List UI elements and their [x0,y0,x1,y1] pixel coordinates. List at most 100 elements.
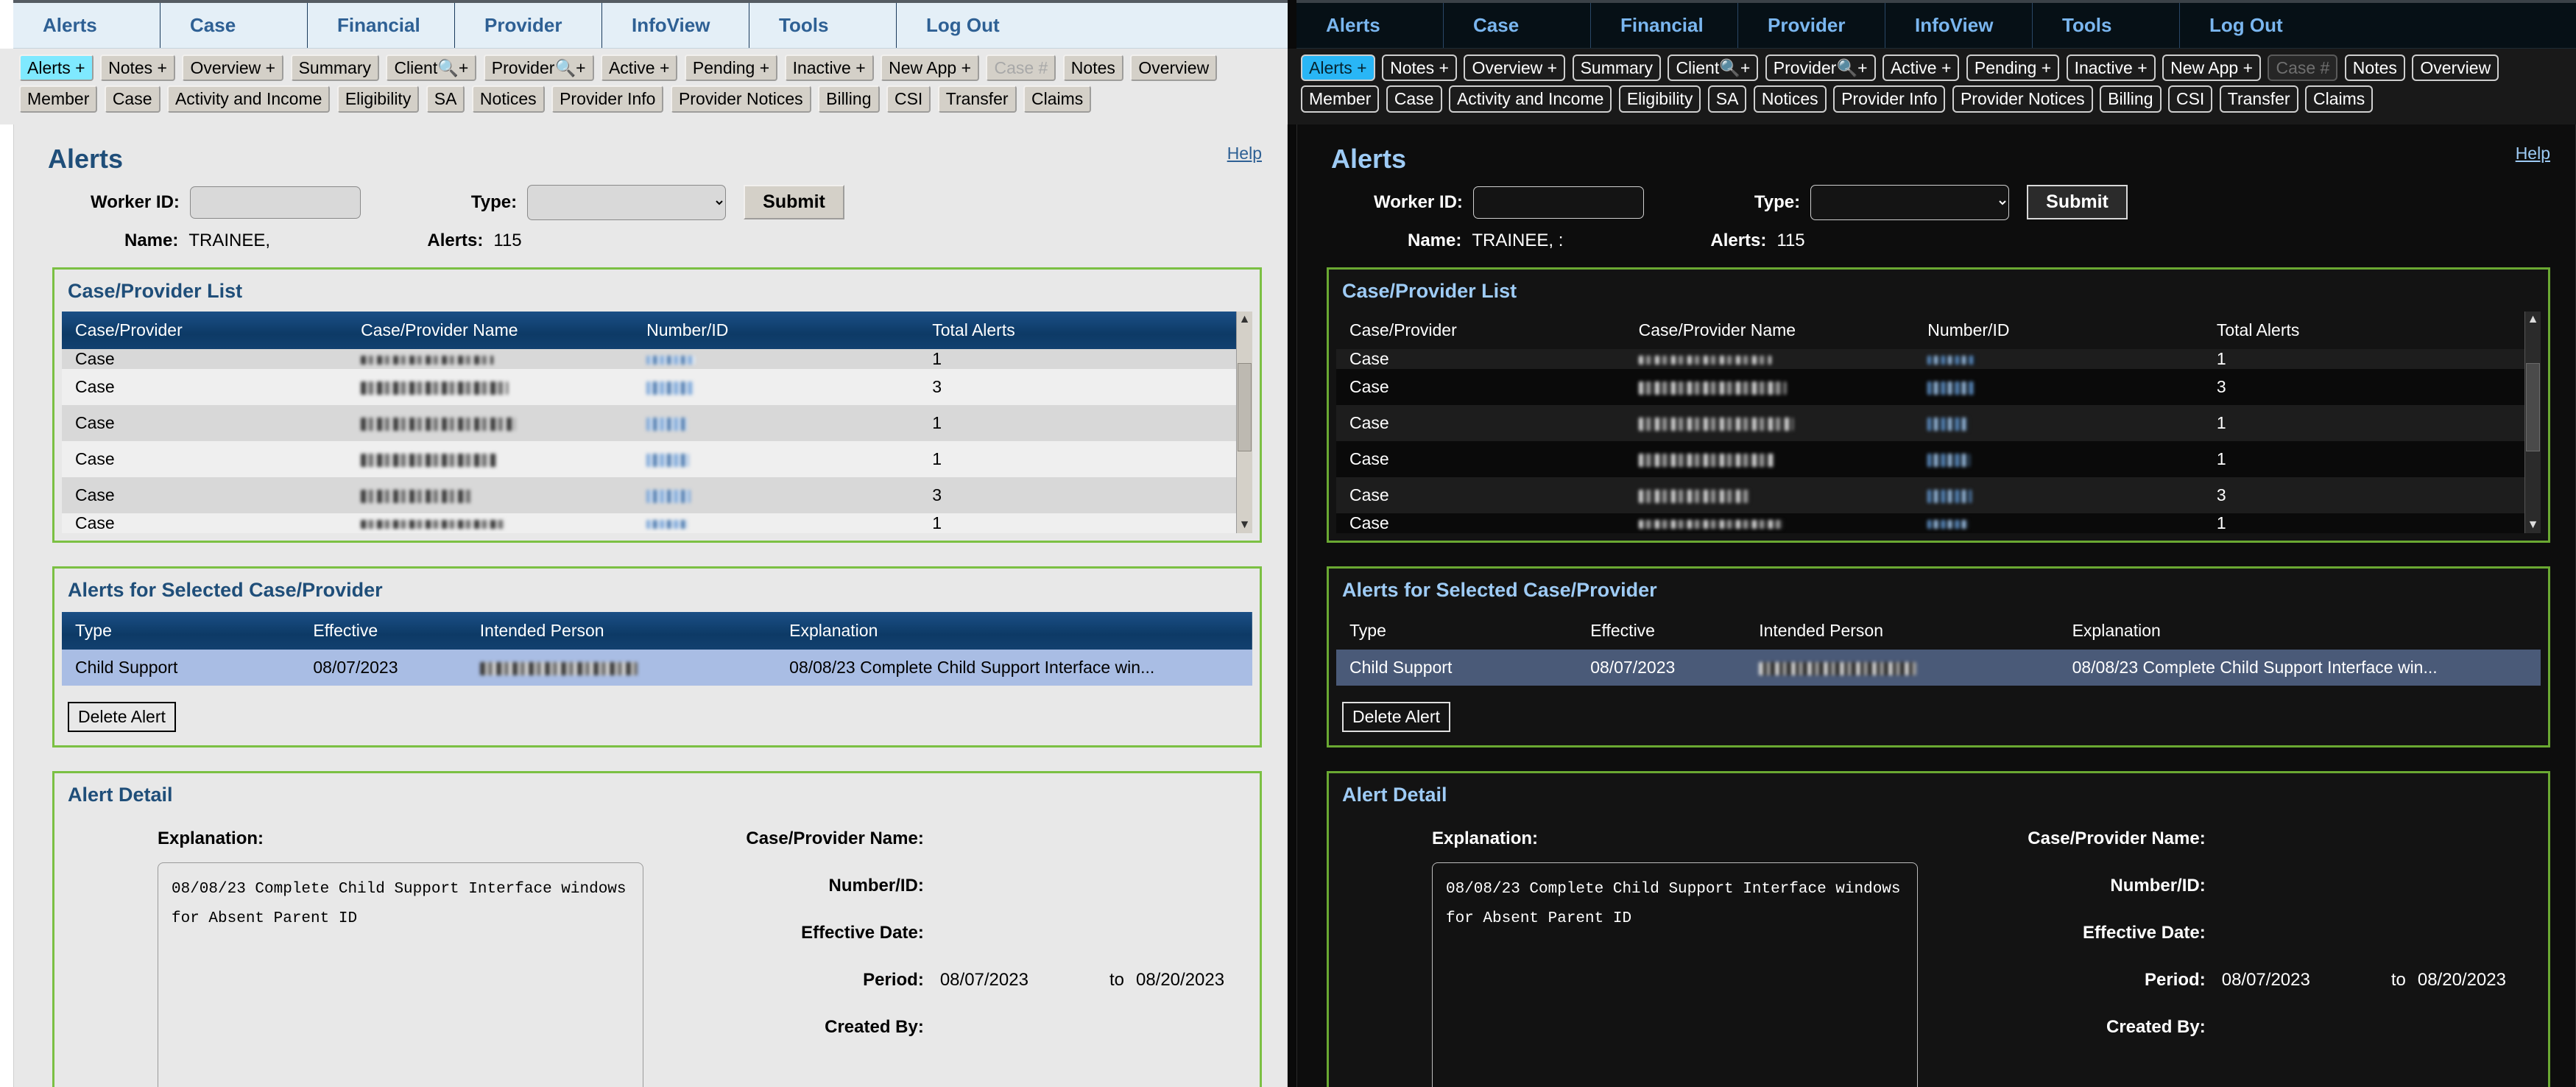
toolbutton-case[interactable]: Case [1386,85,1442,113]
toolbutton-member[interactable]: Member [19,85,98,113]
scrollbar-thumb[interactable] [1238,362,1252,451]
toolbutton-claims[interactable]: Claims [1023,85,1092,113]
toolbutton-provider-search[interactable]: Provider 🔍 + [1765,54,1876,82]
toolbutton-pending-plus[interactable]: Pending + [1966,54,2060,82]
tab-infoview[interactable]: InfoView [1885,3,2033,48]
submit-button[interactable]: Submit [2027,185,2128,220]
toolbutton-notices[interactable]: Notices [1753,85,1827,113]
tab-tools[interactable]: Tools [749,3,897,48]
toolbutton-notes[interactable]: Notes [2344,54,2405,82]
toolbutton-sa[interactable]: SA [1707,85,1747,113]
table-row[interactable]: Case 1 [62,440,1252,477]
toolbutton-transfer[interactable]: Transfer [937,85,1017,113]
table-row[interactable]: Case 3 [62,476,1252,513]
col-case-provider: Case/Provider [1349,320,1457,340]
toolbutton-provider-notices[interactable]: Provider Notices [1952,85,2093,113]
toolbutton-case-number[interactable]: Case # [986,54,1056,82]
table-row[interactable]: Case 1 [1336,348,2541,369]
toolbutton-provider-info[interactable]: Provider Info [1833,85,1946,113]
worker-id-input[interactable] [1472,186,1644,219]
toolbutton-csi[interactable]: CSI [886,85,931,113]
toolbutton-provider-info[interactable]: Provider Info [551,85,664,113]
type-select[interactable] [527,184,727,220]
table-row[interactable]: Child Support 08/07/2023 08/08/23 Comple… [1336,649,2541,686]
toolbutton-new-app-plus[interactable]: New App + [2162,54,2262,82]
toolbutton-alerts[interactable]: Alerts + [1301,54,1375,82]
table-row[interactable]: Case 1 [62,513,1252,533]
toolbutton-provider-search[interactable]: Provider 🔍 + [483,54,594,82]
toolbutton-inactive-plus[interactable]: Inactive + [784,54,874,82]
explanation-textarea[interactable]: 08/08/23 Complete Child Support Interfac… [158,862,643,1087]
toolbutton-case[interactable]: Case [104,85,160,113]
toolbutton-notes[interactable]: Notes [1062,54,1123,82]
toolbutton-csi[interactable]: CSI [2167,85,2213,113]
tab-tools[interactable]: Tools [2033,3,2180,48]
tab-case[interactable]: Case [160,3,308,48]
tab-infoview[interactable]: InfoView [602,3,749,48]
explanation-textarea[interactable]: 08/08/23 Complete Child Support Interfac… [1432,862,1918,1087]
scroll-down-icon[interactable]: ▼ [2525,517,2541,533]
toolbutton-summary[interactable]: Summary [1572,54,1661,82]
scroll-down-icon[interactable]: ▼ [1237,517,1252,533]
toolbutton-claims[interactable]: Claims [2304,85,2374,113]
toolbutton-overview-plus[interactable]: Overview + [1464,54,1566,82]
help-link[interactable]: Help [1227,144,1262,163]
toolbutton-pending-plus[interactable]: Pending + [684,54,778,82]
tab-provider[interactable]: Provider [1738,3,1885,48]
toolbutton-active-plus[interactable]: Active + [1882,54,1960,82]
tab-logout[interactable]: Log Out [897,3,1044,48]
toolbutton-client-search[interactable]: Client 🔍 + [1668,54,1759,82]
table-row[interactable]: Case 1 [1336,513,2541,533]
tab-financial[interactable]: Financial [1591,3,1738,48]
toolbutton-transfer[interactable]: Transfer [2219,85,2298,113]
table-row[interactable]: Case 3 [62,368,1252,405]
scroll-up-icon[interactable]: ▲ [1237,312,1252,328]
table-row[interactable]: Child Support 08/07/2023 08/08/23 Comple… [62,649,1252,686]
toolbutton-overview[interactable]: Overview [2412,54,2499,82]
toolbutton-summary[interactable]: Summary [290,54,379,82]
submit-button[interactable]: Submit [744,185,844,220]
tab-alerts[interactable]: Alerts [1296,3,1444,48]
tab-provider[interactable]: Provider [455,3,602,48]
delete-alert-button[interactable]: Delete Alert [68,701,176,732]
toolbutton-active-plus[interactable]: Active + [600,54,678,82]
scrollbar-thumb[interactable] [2526,362,2540,451]
table-row[interactable]: Case 3 [1336,476,2541,513]
table-row[interactable]: Case 1 [62,348,1252,369]
table-row[interactable]: Case 1 [1336,440,2541,477]
table-scrollbar[interactable]: ▲ ▼ [1236,311,1252,533]
toolbutton-member[interactable]: Member [1301,85,1380,113]
toolbutton-notes-plus[interactable]: Notes + [100,54,175,82]
delete-alert-button[interactable]: Delete Alert [1342,701,1450,732]
toolbutton-notices[interactable]: Notices [471,85,545,113]
table-row[interactable]: Case 1 [62,404,1252,441]
toolbutton-inactive-plus[interactable]: Inactive + [2066,54,2156,82]
toolbutton-new-app-plus[interactable]: New App + [881,54,980,82]
toolbutton-sa[interactable]: SA [426,85,465,113]
type-select[interactable] [1810,184,2010,220]
table-header-row: Type Effective Intended Person Explanati… [62,611,1252,650]
toolbutton-provider-notices[interactable]: Provider Notices [670,85,811,113]
tab-alerts[interactable]: Alerts [13,3,160,48]
table-row[interactable]: Case 3 [1336,368,2541,405]
help-link[interactable]: Help [2516,144,2550,163]
tab-financial[interactable]: Financial [308,3,455,48]
toolbutton-eligibility[interactable]: Eligibility [1618,85,1701,113]
toolbutton-activity-and-income[interactable]: Activity and Income [1448,85,1612,113]
toolbutton-billing[interactable]: Billing [818,85,880,113]
tab-logout[interactable]: Log Out [2180,3,2327,48]
worker-id-input[interactable] [189,186,361,219]
toolbutton-overview-plus[interactable]: Overview + [182,54,284,82]
toolbutton-case-number[interactable]: Case # [2268,54,2338,82]
toolbutton-activity-and-income[interactable]: Activity and Income [166,85,331,113]
toolbutton-eligibility[interactable]: Eligibility [336,85,420,113]
toolbutton-billing[interactable]: Billing [2100,85,2162,113]
toolbutton-alerts[interactable]: Alerts + [19,54,93,82]
toolbutton-notes-plus[interactable]: Notes + [1382,54,1457,82]
table-row[interactable]: Case 1 [1336,404,2541,441]
tab-case[interactable]: Case [1444,3,1591,48]
scroll-up-icon[interactable]: ▲ [2525,312,2541,328]
toolbutton-overview[interactable]: Overview [1130,54,1218,82]
toolbutton-client-search[interactable]: Client 🔍 + [386,54,477,82]
table-scrollbar[interactable]: ▲ ▼ [2524,311,2541,533]
